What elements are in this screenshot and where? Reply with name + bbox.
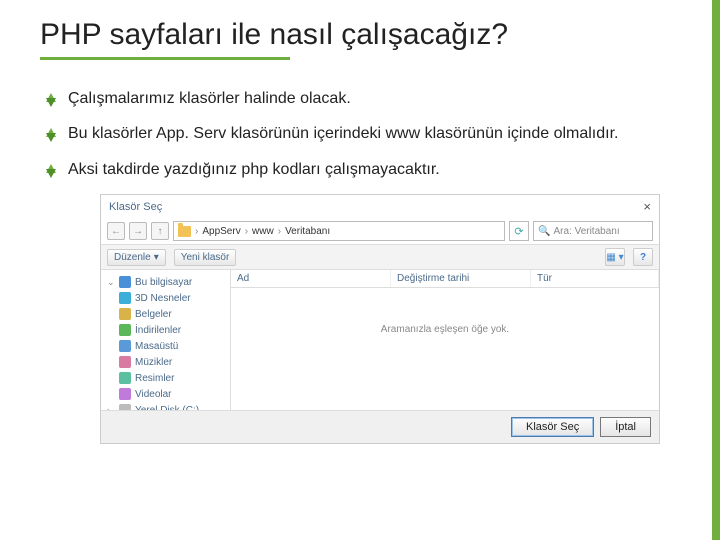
organize-button[interactable]: Düzenle ▾ bbox=[107, 249, 166, 266]
desktop-icon bbox=[119, 340, 131, 352]
sidebar-item-music[interactable]: Müzikler bbox=[103, 354, 228, 370]
new-folder-button[interactable]: Yeni klasör bbox=[174, 249, 237, 266]
breadcrumb-item[interactable]: Veritabanı bbox=[285, 226, 330, 237]
chevron-right-icon: › bbox=[245, 226, 248, 237]
sidebar-item-downloads[interactable]: İndirilenler bbox=[103, 322, 228, 338]
caret-icon: › bbox=[107, 405, 115, 410]
accent-bar bbox=[712, 0, 720, 540]
organize-label: Düzenle bbox=[114, 252, 151, 263]
back-button[interactable]: ← bbox=[107, 222, 125, 240]
sidebar-item-this-pc[interactable]: ⌄ Bu bilgisayar bbox=[103, 274, 228, 290]
help-button[interactable]: ? bbox=[633, 248, 653, 266]
dialog-content: Ad Değiştirme tarihi Tür Aramanızla eşle… bbox=[231, 270, 659, 410]
breadcrumb-bar[interactable]: › AppServ › www › Veritabanı bbox=[173, 221, 505, 241]
sidebar-item-pictures[interactable]: Resimler bbox=[103, 370, 228, 386]
chevron-right-icon: › bbox=[195, 226, 198, 237]
sidebar-label: 3D Nesneler bbox=[135, 293, 191, 304]
pictures-icon bbox=[119, 372, 131, 384]
sidebar-item-local-disk-c[interactable]: › Yerel Disk (C:) bbox=[103, 402, 228, 410]
title-underline bbox=[40, 57, 290, 60]
sidebar-item-videos[interactable]: Videolar bbox=[103, 386, 228, 402]
folder-icon bbox=[178, 226, 191, 237]
dialog-nav-row: ← → ↑ › AppServ › www › Veritabanı ⟳ 🔍 A… bbox=[101, 218, 659, 244]
forward-button[interactable]: → bbox=[129, 222, 147, 240]
bullet-item: Çalışmalarımız klasörler halinde olacak. bbox=[46, 88, 680, 110]
breadcrumb-item[interactable]: AppServ bbox=[202, 226, 240, 237]
dialog-footer: Klasör Seç İptal bbox=[101, 410, 659, 443]
sidebar-label: Videolar bbox=[135, 389, 172, 400]
downloads-icon bbox=[119, 324, 131, 336]
chevron-right-icon: › bbox=[278, 226, 281, 237]
music-icon bbox=[119, 356, 131, 368]
chevron-down-icon: ▾ bbox=[154, 252, 159, 263]
column-date[interactable]: Değiştirme tarihi bbox=[391, 270, 531, 287]
bullet-list: Çalışmalarımız klasörler halinde olacak.… bbox=[46, 88, 680, 181]
bullet-item: Bu klasörler App. Serv klasörünün içerin… bbox=[46, 123, 680, 145]
refresh-button[interactable]: ⟳ bbox=[509, 221, 529, 241]
dialog-header: Klasör Seç × bbox=[101, 195, 659, 218]
column-name[interactable]: Ad bbox=[231, 270, 391, 287]
cube-icon bbox=[119, 292, 131, 304]
sidebar-label: İndirilenler bbox=[135, 325, 181, 336]
sidebar-label: Bu bilgisayar bbox=[135, 277, 192, 288]
search-input[interactable]: 🔍 Ara: Veritabanı bbox=[533, 221, 653, 241]
up-button[interactable]: ↑ bbox=[151, 222, 169, 240]
dialog-sidebar: ⌄ Bu bilgisayar 3D Nesneler Belgeler İndi… bbox=[101, 270, 231, 410]
slide-title: PHP sayfaları ile nasıl çalışacağız? bbox=[40, 18, 680, 53]
sidebar-label: Yerel Disk (C:) bbox=[135, 405, 199, 411]
column-headers: Ad Değiştirme tarihi Tür bbox=[231, 270, 659, 288]
select-folder-button[interactable]: Klasör Seç bbox=[511, 417, 594, 437]
pc-icon bbox=[119, 276, 131, 288]
new-folder-label: Yeni klasör bbox=[181, 252, 230, 263]
videos-icon bbox=[119, 388, 131, 400]
dialog-body: ⌄ Bu bilgisayar 3D Nesneler Belgeler İndi… bbox=[101, 270, 659, 410]
slide-container: PHP sayfaları ile nasıl çalışacağız? Çal… bbox=[0, 0, 720, 454]
view-options-button[interactable]: ▦ ▾ bbox=[605, 248, 625, 266]
close-icon[interactable]: × bbox=[643, 199, 651, 214]
search-icon: 🔍 bbox=[538, 226, 550, 237]
sidebar-label: Resimler bbox=[135, 373, 174, 384]
sidebar-label: Masaüstü bbox=[135, 341, 178, 352]
search-placeholder: Ara: Veritabanı bbox=[553, 226, 619, 237]
dialog-title: Klasör Seç bbox=[109, 201, 162, 213]
folder-select-dialog: Klasör Seç × ← → ↑ › AppServ › www › Ver… bbox=[100, 194, 660, 444]
empty-folder-message: Aramanızla eşleşen öğe yok. bbox=[231, 324, 659, 335]
dialog-toolbar: Düzenle ▾ Yeni klasör ▦ ▾ ? bbox=[101, 244, 659, 270]
documents-icon bbox=[119, 308, 131, 320]
sidebar-item-documents[interactable]: Belgeler bbox=[103, 306, 228, 322]
breadcrumb-item[interactable]: www bbox=[252, 226, 274, 237]
cancel-button[interactable]: İptal bbox=[600, 417, 651, 437]
sidebar-label: Müzikler bbox=[135, 357, 172, 368]
disk-icon bbox=[119, 404, 131, 410]
sidebar-item-3d[interactable]: 3D Nesneler bbox=[103, 290, 228, 306]
sidebar-label: Belgeler bbox=[135, 309, 172, 320]
bullet-item: Aksi takdirde yazdığınız php kodları çal… bbox=[46, 159, 680, 181]
caret-icon: ⌄ bbox=[107, 277, 115, 288]
sidebar-item-desktop[interactable]: Masaüstü bbox=[103, 338, 228, 354]
column-type[interactable]: Tür bbox=[531, 270, 659, 287]
